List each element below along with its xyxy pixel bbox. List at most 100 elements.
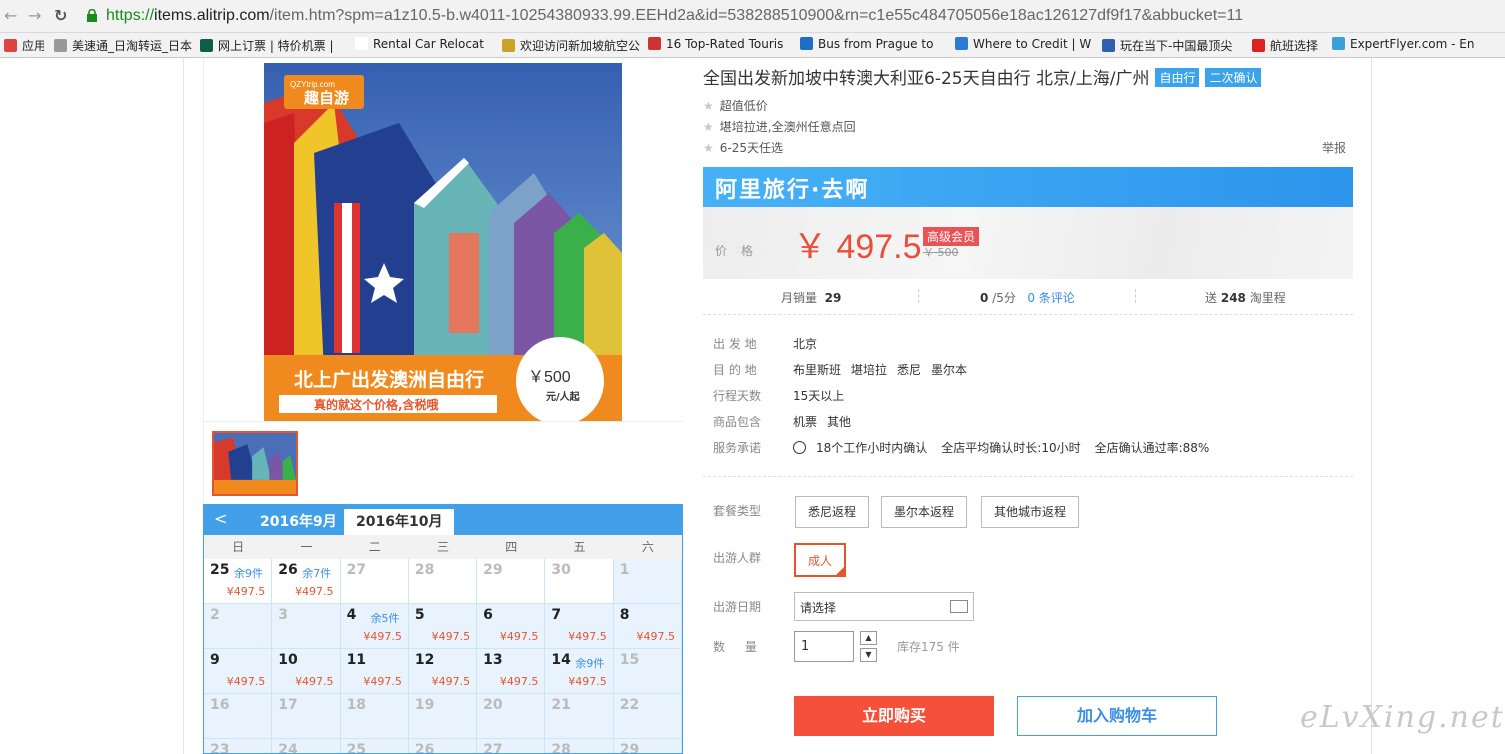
calendar-day-cell[interactable]: 12 ¥497.5 [408,649,478,694]
calendar-day-cell[interactable]: 6 ¥497.5 [477,604,546,649]
bookmark-label: Where to Credit | W [973,37,1092,51]
calendar-day-cell[interactable]: 25 余9件 ¥497.5 [204,559,273,604]
quantity-down-icon[interactable]: ▼ [860,648,877,662]
day-number: 13 [483,652,503,668]
quantity-up-icon[interactable]: ▲ [860,631,877,645]
bookmark-item[interactable]: 美速通_日淘转运_日本 [54,37,192,54]
calendar-day-cell: 17 [272,694,341,739]
day-number: 29 [483,562,503,578]
calendar-day-cell[interactable]: 9 ¥497.5 [204,649,273,694]
bookmark-favicon-icon [355,37,368,50]
rating: 0 /5分 0 条评论 [980,289,1075,306]
day-number: 2 [210,607,220,623]
day-stock: 余7件 [302,567,332,580]
weekday-label: 四 [505,540,518,554]
calendar-day-cell: 19 [408,694,478,739]
bookmark-item[interactable]: Bus from Prague to [800,37,933,51]
bookmark-item[interactable]: ExpertFlyer.com - En [1332,37,1474,51]
calendar-day-cell[interactable]: 5 ¥497.5 [408,604,478,649]
calendar-tab-prev-month[interactable]: 2016年9月 [248,509,349,535]
bookmark-item[interactable]: Rental Car Relocatio [355,37,485,51]
day-number: 18 [346,697,367,713]
package-option-other[interactable]: 其他城市返程 [981,496,1080,528]
back-icon[interactable]: ← [4,6,17,25]
star-icon: ★ [703,141,714,155]
package-option-sydney[interactable]: 悉尼返程 [795,496,870,528]
bookmark-item[interactable]: 16 Top-Rated Touris [648,37,783,51]
calendar-day-cell[interactable]: 13 ¥497.5 [477,649,546,694]
brand-name-text: 趣自游 [303,89,349,107]
bookmark-item[interactable]: 网上订票 | 特价机票 | [200,37,334,54]
mileage-value: 248 [1220,291,1246,305]
day-number: 25 [210,562,230,578]
weekday-label: 六 [641,540,654,554]
calendar-day-cell: 29 [613,739,682,753]
info-value: 18个工作小时内确认 [816,441,928,455]
reviews-link[interactable]: 0 条评论 [1027,291,1074,305]
day-price: ¥497.5 [568,675,607,688]
stats-bar: 月销量 29 0 /5分 0 条评论 送 248 淘里程 [703,283,1353,315]
day-stock: 余5件 [370,612,400,625]
day-number: 7 [551,607,562,623]
day-stock: 余9件 [234,567,263,580]
url-field[interactable]: https://items.alitrip.com/item.htm?spm=a… [106,7,1243,25]
report-link[interactable]: 举报 [1322,139,1346,156]
calendar-day-cell[interactable]: 4 余5件 ¥497.5 [340,604,409,649]
calendar-day-cell[interactable]: 10 ¥497.5 [272,649,341,694]
product-title: 全国出发新加坡中转澳大利亚6-25天自由行 北京/上海/广州 自由行 二次确认 [703,64,1262,89]
calendar-day-cell: 30 [545,559,614,604]
info-label: 行程天数 [713,389,762,403]
weekday-label: 二 [368,540,381,554]
calendar-header: < 2016年9月 2016年10月 [204,505,682,535]
rating-value: 0 [980,291,989,305]
product-main-image[interactable]: QZYtrip.com 趣自游 北上广出发澳洲自由行 真的就这个价格,含税哦 ￥… [264,63,622,421]
calendar-icon[interactable] [950,600,968,613]
calendar-day-cell[interactable]: 14 余9件 ¥497.5 [545,649,614,694]
group-option-adult[interactable]: 成人 [794,543,847,577]
day-number: 5 [414,607,425,623]
calendar-tab-current-month[interactable]: 2016年10月 [344,509,455,535]
stock-text: 库存175 件 [897,640,960,654]
info-label: 商品包含 [713,415,762,429]
url-path: /item.htm?spm=a1z10.5-b.w4011-1025438093… [269,7,1244,24]
day-number: 27 [483,742,503,754]
info-value: 墨尔本 [931,363,968,377]
date-picker-input[interactable]: 请选择 [794,592,974,621]
date-placeholder: 请选择 [800,601,837,615]
bookmark-label: 美速通_日淘转运_日本 [72,39,193,53]
bookmark-item[interactable]: 航班选择 [1252,37,1318,54]
bookmark-item[interactable]: 应用 [4,37,44,54]
quantity-input[interactable]: 1 [794,631,854,662]
bookmark-item[interactable]: 欢迎访问新加坡航空公 [502,37,640,54]
bookmark-item[interactable]: Where to Credit | W [955,37,1091,51]
calendar-prev-icon[interactable]: < [214,509,227,528]
product-title-text: 全国出发新加坡中转澳大利亚6-25天自由行 北京/上海/广州 [703,69,1150,89]
price-label: 价格 [715,244,768,258]
calendar-day-cell[interactable]: 8 ¥497.5 [613,604,682,649]
calendar-day-cell[interactable]: 7 ¥497.5 [545,604,614,649]
day-number: 4 [346,607,357,623]
add-to-cart-button[interactable]: 加入购物车 [1017,696,1217,736]
rating-suffix: /5分 [992,291,1016,305]
day-number: 30 [551,562,571,578]
info-includes: 商品包含 机票 其他 [713,413,861,430]
weekday-label: 五 [573,540,586,554]
mileage-suffix: 淘里程 [1249,291,1286,305]
day-number: 22 [619,697,640,713]
product-thumbnail[interactable] [212,431,298,496]
alitrip-banner: 阿里旅行·去啊 [703,167,1353,207]
reload-icon[interactable]: ↻ [54,6,67,25]
calendar-day-cell[interactable]: 11 ¥497.5 [340,649,409,694]
divider [1135,289,1136,303]
day-number: 8 [619,607,630,623]
bookmark-label: Bus from Prague to [818,37,934,51]
buy-now-button[interactable]: 立即购买 [794,696,994,736]
image-badge-price: ￥500 [528,369,571,386]
forward-icon[interactable]: → [28,6,41,25]
bookmark-item[interactable]: 玩在当下-中国最顶尖 [1102,37,1232,54]
calendar-day-cell[interactable]: 26 余7件 ¥497.5 [272,559,341,604]
info-destination: 目 的 地 布里斯班 堪培拉 悉尼 墨尔本 [713,361,977,378]
info-value: 15天以上 [793,389,845,403]
bookmark-favicon-icon [1102,39,1115,52]
package-option-melbourne[interactable]: 墨尔本返程 [881,496,968,528]
